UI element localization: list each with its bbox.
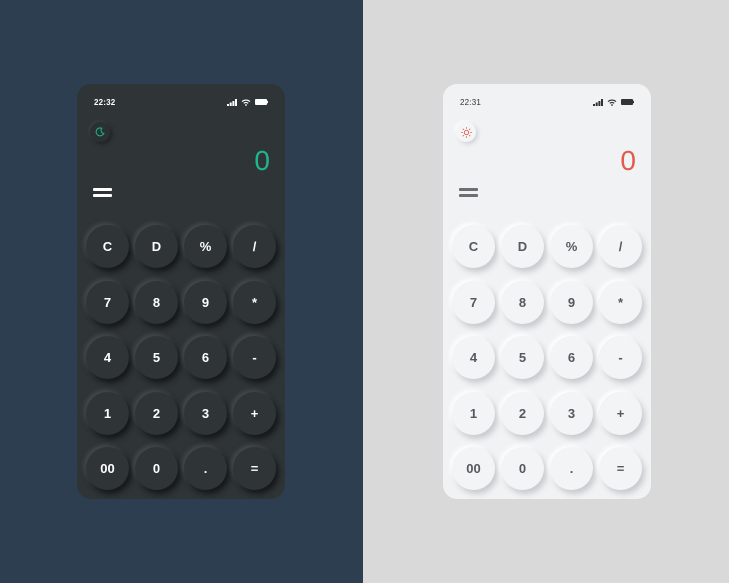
key-6[interactable]: 6 — [184, 336, 227, 379]
signal-icon — [227, 98, 237, 106]
wifi-icon — [241, 99, 251, 106]
status-time: 22:31 — [460, 97, 482, 107]
key-1[interactable]: 1 — [86, 391, 129, 435]
battery-icon — [255, 99, 268, 105]
key-divide[interactable]: / — [599, 225, 642, 268]
key-7[interactable]: 7 — [452, 280, 495, 324]
signal-icon — [593, 98, 603, 106]
theme-toggle-button[interactable] — [456, 122, 476, 142]
key-add[interactable]: + — [599, 391, 642, 435]
key-1[interactable]: 1 — [452, 391, 495, 435]
key-8[interactable]: 8 — [135, 280, 178, 324]
key-7[interactable]: 7 — [86, 280, 129, 324]
key-delete[interactable]: D — [135, 225, 178, 268]
key-5[interactable]: 5 — [501, 336, 544, 379]
key-decimal[interactable]: . — [550, 447, 593, 490]
dark-calculator: 22:32 0 C D % / 7 8 9 * 4 5 6 - 1 2 3 + … — [77, 84, 285, 499]
theme-toggle-button[interactable] — [90, 122, 110, 142]
menu-icon[interactable] — [459, 186, 478, 198]
status-time: 22:32 — [94, 97, 116, 107]
sun-icon — [460, 126, 472, 138]
battery-icon — [621, 99, 634, 105]
key-8[interactable]: 8 — [501, 280, 544, 324]
light-calculator: 22:31 0 C D % / 7 8 9 * 4 5 6 - 1 2 3 + … — [443, 84, 651, 499]
key-5[interactable]: 5 — [135, 336, 178, 379]
key-4[interactable]: 4 — [452, 336, 495, 379]
key-subtract[interactable]: - — [233, 336, 276, 379]
result-display: 0 — [620, 145, 636, 176]
key-clear[interactable]: C — [86, 225, 129, 268]
key-2[interactable]: 2 — [135, 391, 178, 435]
key-9[interactable]: 9 — [550, 280, 593, 324]
key-multiply[interactable]: * — [233, 280, 276, 324]
moon-icon — [95, 127, 105, 137]
key-equals[interactable]: = — [599, 447, 642, 490]
key-clear[interactable]: C — [452, 225, 495, 268]
key-double-zero[interactable]: 00 — [452, 447, 495, 490]
key-9[interactable]: 9 — [184, 280, 227, 324]
key-multiply[interactable]: * — [599, 280, 642, 324]
key-equals[interactable]: = — [233, 447, 276, 490]
system-icons — [593, 98, 634, 106]
status-bar: 22:31 — [460, 96, 634, 108]
system-icons — [227, 98, 268, 106]
status-bar: 22:32 — [94, 96, 268, 108]
key-divide[interactable]: / — [233, 225, 276, 268]
key-0[interactable]: 0 — [501, 447, 544, 490]
key-6[interactable]: 6 — [550, 336, 593, 379]
keypad: C D % / 7 8 9 * 4 5 6 - 1 2 3 + 00 0 . = — [452, 225, 644, 491]
key-0[interactable]: 0 — [135, 447, 178, 490]
key-subtract[interactable]: - — [599, 336, 642, 379]
key-decimal[interactable]: . — [184, 447, 227, 490]
key-double-zero[interactable]: 00 — [86, 447, 129, 490]
wifi-icon — [607, 99, 617, 106]
result-display: 0 — [254, 145, 270, 176]
key-percent[interactable]: % — [550, 225, 593, 268]
key-delete[interactable]: D — [501, 225, 544, 268]
key-percent[interactable]: % — [184, 225, 227, 268]
key-add[interactable]: + — [233, 391, 276, 435]
key-2[interactable]: 2 — [501, 391, 544, 435]
key-4[interactable]: 4 — [86, 336, 129, 379]
menu-icon[interactable] — [93, 186, 112, 198]
key-3[interactable]: 3 — [184, 391, 227, 435]
keypad: C D % / 7 8 9 * 4 5 6 - 1 2 3 + 00 0 . = — [86, 225, 278, 491]
key-3[interactable]: 3 — [550, 391, 593, 435]
